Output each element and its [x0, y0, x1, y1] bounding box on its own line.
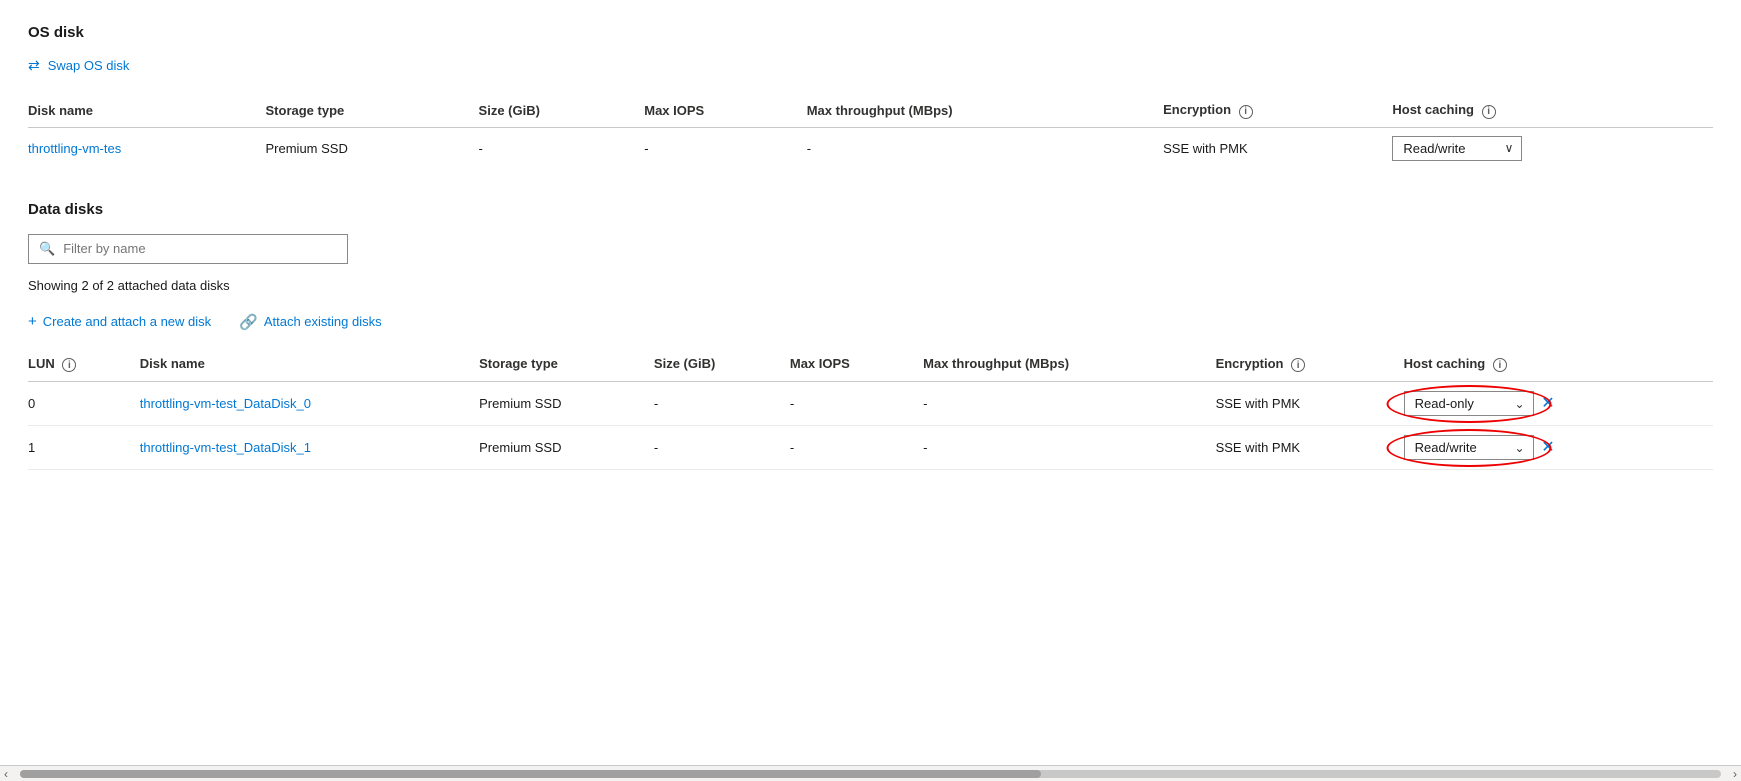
os-size: -: [479, 127, 645, 169]
host-caching-info-icon[interactable]: i: [1482, 105, 1496, 119]
os-disk-title: OS disk: [28, 24, 1713, 41]
row-size-1: -: [654, 426, 790, 470]
swap-os-disk-button[interactable]: ⇄ Swap OS disk: [28, 57, 1713, 74]
scrollbar-thumb[interactable]: [20, 770, 1041, 778]
data-encryption-info-icon[interactable]: i: [1291, 358, 1305, 372]
row-diskname-1: throttling-vm-test_DataDisk_1: [140, 426, 479, 470]
scrollbar: ‹ ›: [0, 765, 1741, 781]
row-lun-0: 0: [28, 382, 140, 426]
row-maxiops-1: -: [790, 426, 923, 470]
os-host-caching-cell: Read/write ∨: [1392, 127, 1713, 169]
data-col-hostcaching: Host caching i: [1404, 347, 1713, 382]
os-max-throughput: -: [807, 127, 1163, 169]
data-col-encryption: Encryption i: [1216, 347, 1404, 382]
data-host-caching-dropdown-1[interactable]: Read/write ⌄: [1404, 435, 1534, 460]
swap-os-disk-label: Swap OS disk: [48, 58, 130, 73]
filter-by-name-input[interactable]: [63, 241, 337, 256]
data-disk-name-link-1[interactable]: throttling-vm-test_DataDisk_1: [140, 440, 311, 455]
row-maxthroughput-1: -: [923, 426, 1215, 470]
os-col-encryption: Encryption i: [1163, 94, 1392, 127]
row-maxthroughput-0: -: [923, 382, 1215, 426]
lun-info-icon[interactable]: i: [62, 358, 76, 372]
row-encryption-1: SSE with PMK: [1216, 426, 1404, 470]
data-host-caching-info-icon[interactable]: i: [1493, 358, 1507, 372]
create-attach-new-disk-button[interactable]: + Create and attach a new disk: [28, 313, 211, 330]
row-hostcaching-cell-1: Read/write ⌄ ✕: [1404, 426, 1713, 470]
os-col-storagetype: Storage type: [266, 94, 479, 127]
delete-disk-btn-1[interactable]: ✕: [1537, 437, 1558, 458]
swap-icon: ⇄: [28, 57, 40, 74]
data-col-lun: LUN i: [28, 347, 140, 382]
row-hostcaching-cell-0: Read-only ⌄ ✕: [1404, 382, 1713, 426]
data-disk-row: 0 throttling-vm-test_DataDisk_0 Premium …: [28, 382, 1713, 426]
data-host-caching-chevron-0: ⌄: [1515, 397, 1525, 411]
scrollbar-track[interactable]: [20, 770, 1721, 778]
data-col-size: Size (GiB): [654, 347, 790, 382]
row-lun-1: 1: [28, 426, 140, 470]
filter-input-wrap: 🔍: [28, 234, 348, 264]
row-storagetype-1: Premium SSD: [479, 426, 654, 470]
data-col-storagetype: Storage type: [479, 347, 654, 382]
os-encryption: SSE with PMK: [1163, 127, 1392, 169]
data-disks-title: Data disks: [28, 201, 1713, 218]
attach-existing-label: Attach existing disks: [264, 314, 382, 329]
os-col-maxthroughput: Max throughput (MBps): [807, 94, 1163, 127]
os-max-iops: -: [644, 127, 806, 169]
row-size-0: -: [654, 382, 790, 426]
os-disk-row: throttling-vm-tes Premium SSD - - - SSE …: [28, 127, 1713, 169]
row-encryption-0: SSE with PMK: [1216, 382, 1404, 426]
showing-text: Showing 2 of 2 attached data disks: [28, 278, 1713, 293]
data-host-caching-value-0: Read-only: [1415, 396, 1474, 411]
os-col-hostcaching: Host caching i: [1392, 94, 1713, 127]
row-maxiops-0: -: [790, 382, 923, 426]
os-host-caching-dropdown[interactable]: Read/write ∨: [1392, 136, 1522, 161]
data-col-diskname: Disk name: [140, 347, 479, 382]
create-attach-label: Create and attach a new disk: [43, 314, 211, 329]
attach-existing-disks-button[interactable]: 🔗 Attach existing disks: [239, 313, 381, 331]
os-storage-type: Premium SSD: [266, 127, 479, 169]
data-host-caching-value-1: Read/write: [1415, 440, 1477, 455]
data-disk-name-link-0[interactable]: throttling-vm-test_DataDisk_0: [140, 396, 311, 411]
os-host-caching-value: Read/write: [1403, 141, 1465, 156]
encryption-info-icon[interactable]: i: [1239, 105, 1253, 119]
os-disk-name-link[interactable]: throttling-vm-tes: [28, 141, 121, 156]
os-host-caching-chevron: ∨: [1505, 141, 1514, 155]
search-icon: 🔍: [39, 241, 55, 257]
os-col-diskname: Disk name: [28, 94, 266, 127]
scroll-left-arrow[interactable]: ‹: [0, 767, 12, 781]
data-host-caching-chevron-1: ⌄: [1515, 441, 1525, 455]
os-col-maxiops: Max IOPS: [644, 94, 806, 127]
delete-disk-btn-0[interactable]: ✕: [1537, 393, 1558, 414]
data-col-maxthroughput: Max throughput (MBps): [923, 347, 1215, 382]
data-disk-row: 1 throttling-vm-test_DataDisk_1 Premium …: [28, 426, 1713, 470]
plus-icon: +: [28, 313, 37, 330]
data-col-maxiops: Max IOPS: [790, 347, 923, 382]
row-storagetype-0: Premium SSD: [479, 382, 654, 426]
data-host-caching-dropdown-0[interactable]: Read-only ⌄: [1404, 391, 1534, 416]
row-diskname-0: throttling-vm-test_DataDisk_0: [140, 382, 479, 426]
scroll-right-arrow[interactable]: ›: [1729, 767, 1741, 781]
os-col-size: Size (GiB): [479, 94, 645, 127]
attach-icon: 🔗: [239, 313, 258, 331]
